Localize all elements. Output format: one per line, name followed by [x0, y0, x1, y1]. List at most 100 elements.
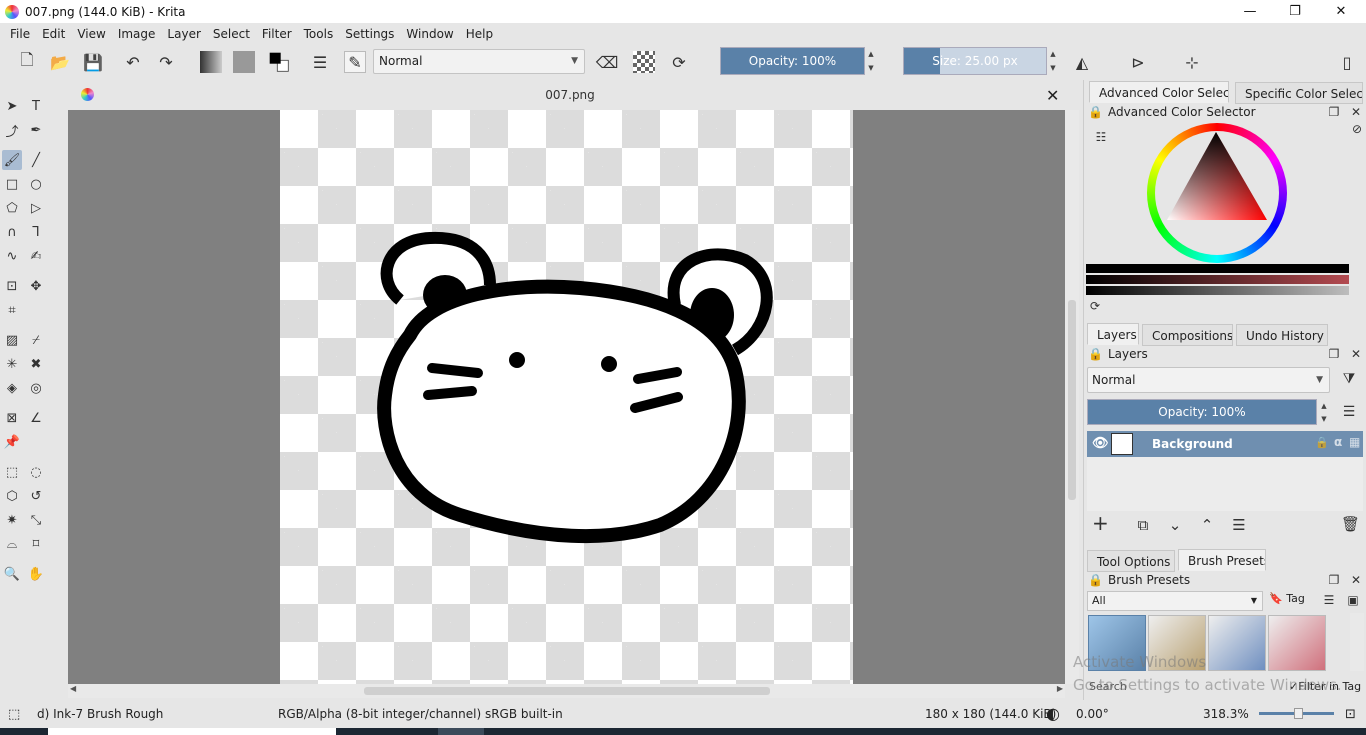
taskbar-app-krita[interactable]	[438, 728, 484, 735]
rotation-dial-icon[interactable]: ◐	[1046, 704, 1060, 723]
line-tool-icon[interactable]: ╱	[26, 150, 46, 170]
canvas-horizontal-scrollbar[interactable]: ◀ ▶	[68, 684, 1065, 698]
undo-icon[interactable]: ↶	[122, 51, 144, 73]
menu-view[interactable]: View	[71, 27, 111, 41]
pattern-swatch-icon[interactable]	[233, 51, 255, 73]
menu-settings[interactable]: Settings	[339, 27, 400, 41]
reset-color-icon[interactable]: ⊘	[1350, 122, 1364, 136]
contiguous-select-icon[interactable]: ✷	[2, 510, 22, 530]
colorize-mask-icon[interactable]: ✳	[2, 354, 22, 374]
float-docker-icon[interactable]: ❐	[1327, 105, 1341, 119]
lock-layers-docker-icon[interactable]: 🔒	[1088, 347, 1103, 361]
bezier-select-icon[interactable]: ⌓	[2, 534, 22, 554]
status-zoom[interactable]: 318.3%	[1203, 707, 1249, 721]
minimize-button[interactable]: —	[1227, 0, 1273, 23]
reload-preset-icon[interactable]: ⟳	[668, 51, 690, 73]
eraser-icon[interactable]: ⌫	[596, 51, 619, 73]
canvas-area[interactable]	[68, 110, 1065, 684]
layer-row-background[interactable]: 👁 Background 🔒 α ▦	[1087, 431, 1363, 457]
image-canvas[interactable]	[280, 110, 853, 684]
mirror-horizontal-icon[interactable]: ◭	[1071, 51, 1093, 73]
canvas-vertical-scrollbar[interactable]	[1065, 110, 1079, 684]
move-layer-down-icon[interactable]: ⌄	[1168, 518, 1182, 533]
color-shade-bar-1[interactable]	[1086, 275, 1349, 284]
delete-layer-icon[interactable]: 🗑	[1341, 517, 1360, 532]
multibrush-icon[interactable]: ✍	[26, 246, 46, 266]
layer-opacity-slider[interactable]: Opacity: 100%	[1087, 399, 1317, 425]
horizontal-scroll-thumb[interactable]	[364, 687, 770, 695]
transform-tool-icon[interactable]: ⊡	[2, 276, 22, 296]
brush-preset-icon[interactable]: ✎	[344, 51, 366, 73]
taskbar-search-box[interactable]	[48, 728, 336, 735]
filter-layers-icon[interactable]: ⧩	[1342, 372, 1356, 386]
tab-undo-history[interactable]: Undo History	[1236, 324, 1328, 346]
layer-menu-icon[interactable]: ☰	[1342, 405, 1356, 419]
float-presets-docker-icon[interactable]: ❐	[1327, 573, 1341, 587]
dynamic-brush-icon[interactable]: ∿	[2, 246, 22, 266]
polyline-tool-icon[interactable]: ▷	[26, 198, 46, 218]
preset-view-menu-icon[interactable]: ☰	[1322, 593, 1336, 607]
wrap-around-icon[interactable]: ⊹	[1181, 51, 1203, 73]
measure-tool-icon[interactable]: ∠	[26, 408, 46, 428]
menu-filter[interactable]: Filter	[256, 27, 298, 41]
save-icon[interactable]: 💾	[82, 51, 104, 73]
float-layers-docker-icon[interactable]: ❐	[1327, 347, 1341, 361]
polygon-tool-icon[interactable]: ⬠	[2, 198, 22, 218]
menu-window[interactable]: Window	[400, 27, 459, 41]
smart-patch-icon[interactable]: ✖	[26, 354, 46, 374]
tag-button[interactable]: 🔖 Tag	[1269, 592, 1305, 605]
edit-shapes-icon[interactable]: ⤴	[2, 120, 22, 140]
close-layers-docker-icon[interactable]: ✕	[1349, 347, 1363, 361]
fill-tool-icon[interactable]: ◈	[2, 378, 22, 398]
opacity-slider[interactable]: Opacity: 100%	[720, 47, 865, 75]
lock-docker-icon[interactable]: 🔒	[1088, 105, 1103, 119]
maximize-button[interactable]: ❐	[1272, 0, 1318, 23]
presets-scrollbar[interactable]	[1350, 613, 1364, 671]
ellipse-tool-icon[interactable]: ○	[26, 174, 46, 194]
layer-lock-icon[interactable]: 🔒	[1315, 436, 1329, 449]
tab-tool-options[interactable]: Tool Options	[1087, 550, 1175, 572]
polygon-select-icon[interactable]: ⬡	[2, 486, 22, 506]
enclose-fill-icon[interactable]: ◎	[26, 378, 46, 398]
text-tool-icon[interactable]: T	[26, 96, 46, 116]
layer-properties-icon[interactable]: ☰	[1232, 518, 1246, 533]
reference-tool-icon[interactable]: 📌	[2, 432, 22, 452]
freehand-select-icon[interactable]: ↺	[26, 486, 46, 506]
preset-marker-brush[interactable]	[1268, 615, 1326, 671]
magnetic-select-icon[interactable]: ⌑	[26, 534, 46, 554]
layer-name[interactable]: Background	[1152, 437, 1233, 451]
mirror-vertical-icon[interactable]: ⊳	[1127, 51, 1149, 73]
move-layer-up-icon[interactable]: ⌃	[1200, 518, 1214, 533]
menu-layer[interactable]: Layer	[161, 27, 206, 41]
tab-specific-color-selector[interactable]: Specific Color Selec...	[1235, 82, 1363, 104]
preset-filter-select[interactable]: All ▼	[1087, 591, 1263, 611]
refresh-colors-icon[interactable]: ⟳	[1088, 299, 1102, 313]
menu-file[interactable]: File	[4, 27, 36, 41]
document-tab-title[interactable]: 007.png	[68, 88, 1072, 102]
fit-screen-icon[interactable]: ⊡	[1345, 707, 1356, 722]
docker-toggle-icon[interactable]: ▯	[1336, 51, 1358, 73]
preserve-alpha-icon[interactable]	[633, 51, 655, 73]
menu-image[interactable]: Image	[112, 27, 162, 41]
vertical-scroll-thumb[interactable]	[1068, 300, 1076, 500]
alpha-lock-icon[interactable]: α	[1334, 435, 1342, 449]
preset-storage-icon[interactable]: ▣	[1346, 593, 1360, 607]
tab-compositions[interactable]: Compositions	[1142, 324, 1233, 346]
fg-bg-color-icon[interactable]	[268, 51, 290, 73]
close-document-icon[interactable]: ✕	[1046, 86, 1059, 105]
layer-opacity-spinner[interactable]: ▲ ▼	[1318, 399, 1330, 425]
color-history-bar[interactable]	[1086, 264, 1349, 273]
preset-pen-brush[interactable]	[1208, 615, 1266, 671]
redo-icon[interactable]: ↷	[155, 51, 177, 73]
duplicate-layer-icon[interactable]: ⧉	[1136, 518, 1150, 533]
tab-brush-presets[interactable]: Brush Presets	[1178, 549, 1266, 571]
move-tool-icon[interactable]: ✥	[26, 276, 46, 296]
freehand-brush-icon[interactable]: 🖌	[2, 150, 22, 170]
menu-tools[interactable]: Tools	[298, 27, 340, 41]
size-slider[interactable]: Size: 25.00 px	[903, 47, 1047, 75]
blend-mode-select[interactable]: Normal ▼	[373, 49, 585, 74]
menu-select[interactable]: Select	[207, 27, 256, 41]
zoom-slider-handle[interactable]	[1294, 708, 1303, 719]
ellipse-select-icon[interactable]: ◌	[26, 462, 46, 482]
new-document-icon[interactable]: 🗋	[16, 50, 38, 73]
